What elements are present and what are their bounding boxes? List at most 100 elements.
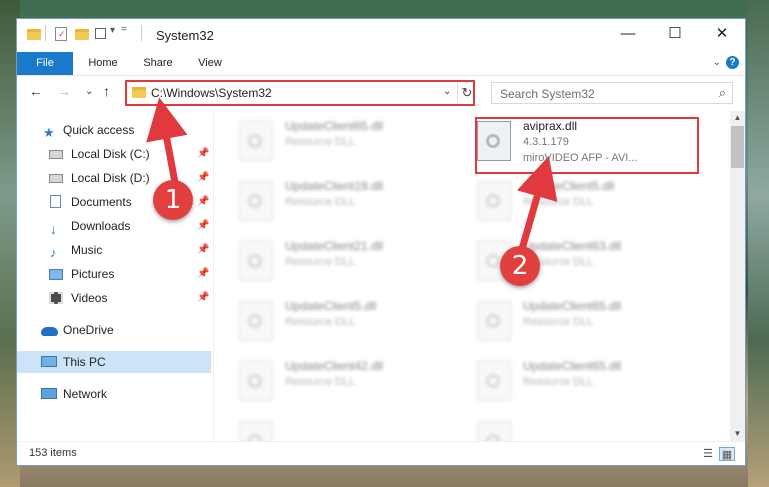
cloud-icon bbox=[41, 327, 58, 336]
tab-share[interactable]: Share bbox=[133, 52, 183, 75]
sidebar-item-label: Quick access bbox=[63, 123, 135, 137]
sidebar-item-label: This PC bbox=[63, 355, 106, 369]
file-name: UpdateClient5.dll bbox=[285, 299, 377, 313]
file-item[interactable]: UpdateClient65.dll Resource DLL bbox=[239, 119, 469, 175]
tiles-view-icon[interactable]: ▦ bbox=[719, 447, 735, 461]
file-item[interactable]: UpdateClient5.dll Resource DLL bbox=[239, 299, 469, 355]
sidebar-item-label: Pictures bbox=[71, 267, 115, 281]
qa-chevron-icon[interactable]: = bbox=[121, 24, 127, 40]
file-item[interactable]: UpdateClient65.dll Resource DLL bbox=[477, 359, 707, 415]
dll-file-icon bbox=[477, 181, 511, 221]
scroll-thumb[interactable] bbox=[731, 126, 744, 168]
dll-file-icon bbox=[239, 421, 273, 448]
minimize-button[interactable]: — bbox=[605, 19, 651, 49]
file-name: UpdateClient5.dll bbox=[523, 179, 615, 193]
sidebar-item-this-pc[interactable]: This PC bbox=[17, 351, 211, 373]
music-note-icon: ♪ bbox=[50, 245, 57, 260]
address-folder-icon bbox=[132, 87, 146, 98]
drive-icon bbox=[49, 174, 63, 183]
file-name: UpdateClient21.dll bbox=[285, 239, 384, 253]
scroll-down-icon[interactable]: ▼ bbox=[730, 427, 745, 441]
ribbon-expand-icon[interactable]: ⌄ bbox=[713, 57, 721, 68]
close-button[interactable]: ✕ bbox=[699, 19, 745, 49]
recent-locations-button[interactable]: ⌄ bbox=[85, 86, 93, 97]
sidebar-item-network[interactable]: Network bbox=[17, 383, 211, 405]
file-name: UpdateClient65.dll bbox=[523, 359, 622, 373]
file-item[interactable]: UpdateClient65.dll Resource DLL bbox=[477, 299, 707, 355]
search-placeholder: Search System32 bbox=[500, 87, 595, 101]
dll-file-icon bbox=[239, 241, 273, 281]
download-arrow-icon: ↓ bbox=[50, 221, 57, 237]
file-type: Resource DLL bbox=[523, 196, 594, 208]
properties-icon[interactable]: ✓ bbox=[55, 27, 67, 41]
qa-divider bbox=[45, 25, 46, 41]
file-item[interactable]: UpdateClient42.dll Resource DLL bbox=[239, 359, 469, 415]
sidebar-item-downloads[interactable]: ↓ Downloads 📌 bbox=[17, 215, 211, 237]
star-icon: ★ bbox=[43, 125, 55, 140]
help-icon[interactable]: ? bbox=[726, 56, 739, 69]
refresh-button[interactable]: ↻ bbox=[457, 83, 476, 103]
scroll-up-icon[interactable]: ▲ bbox=[730, 111, 745, 125]
window-title: System32 bbox=[156, 28, 214, 43]
pin-icon[interactable]: 📌 bbox=[197, 143, 209, 165]
tab-view[interactable]: View bbox=[187, 52, 233, 75]
dll-file-icon bbox=[477, 361, 511, 401]
file-item[interactable]: UpdateClient19.dll Resource DLL bbox=[239, 179, 469, 235]
sidebar-item-label: OneDrive bbox=[63, 323, 114, 337]
desktop-background-right bbox=[748, 0, 769, 487]
drive-icon bbox=[49, 150, 63, 159]
pin-icon[interactable]: 📌 bbox=[197, 239, 209, 261]
title-bar: ✓ ▾ = System32 — ☐ ✕ bbox=[17, 19, 745, 52]
file-type: Resource DLL bbox=[285, 376, 356, 388]
sidebar-item-music[interactable]: ♪ Music 📌 bbox=[17, 239, 211, 261]
search-icon[interactable]: ⌕ bbox=[719, 85, 726, 101]
maximize-button[interactable]: ☐ bbox=[652, 19, 698, 49]
documents-icon bbox=[50, 195, 61, 208]
file-item[interactable] bbox=[239, 419, 469, 448]
folder-icon bbox=[27, 29, 41, 40]
pin-icon[interactable]: 📌 bbox=[197, 287, 209, 309]
back-button[interactable]: ← bbox=[29, 83, 43, 99]
forward-button[interactable]: → bbox=[57, 83, 71, 99]
pin-icon[interactable]: 📌 bbox=[197, 167, 209, 189]
dll-file-icon bbox=[477, 301, 511, 341]
sidebar-item-quick-access[interactable]: ★ Quick access bbox=[17, 119, 211, 141]
sidebar-item-onedrive[interactable]: OneDrive bbox=[17, 319, 211, 341]
ribbon-tabs: File Home Share View ⌄ ? bbox=[17, 52, 745, 76]
file-item[interactable]: UpdateClient5.dll Resource DLL bbox=[477, 179, 707, 235]
file-item[interactable]: UpdateClient21.dll Resource DLL bbox=[239, 239, 469, 295]
up-button[interactable]: ↑ bbox=[103, 83, 110, 99]
vertical-scrollbar[interactable]: ▲ ▼ bbox=[730, 111, 745, 441]
dll-file-icon bbox=[239, 301, 273, 341]
tab-file[interactable]: File bbox=[17, 52, 73, 75]
sidebar-item-pictures[interactable]: Pictures 📌 bbox=[17, 263, 211, 285]
new-folder-icon[interactable] bbox=[75, 29, 89, 40]
address-bar[interactable]: C:\Windows\System32 ⌄ ↻ bbox=[125, 80, 475, 106]
file-name: UpdateClient63.dll bbox=[523, 239, 622, 253]
pin-icon[interactable]: 📌 bbox=[197, 215, 209, 237]
details-view-icon[interactable]: ☰ bbox=[701, 447, 715, 460]
file-type: Resource DLL bbox=[285, 136, 356, 148]
pin-icon[interactable]: 📌 bbox=[197, 191, 209, 213]
customize-qa-icon[interactable] bbox=[95, 28, 106, 39]
sidebar-item-label: Downloads bbox=[71, 219, 131, 233]
tab-home[interactable]: Home bbox=[79, 52, 127, 75]
file-name: UpdateClient65.dll bbox=[523, 299, 622, 313]
sidebar-item-label: Local Disk (D:) bbox=[71, 171, 150, 185]
videos-icon bbox=[49, 292, 63, 304]
status-bar: 153 items ☰ ▦ bbox=[17, 441, 745, 465]
qa-dropdown-icon[interactable]: ▾ bbox=[110, 25, 115, 41]
sidebar-item-local-disk-c[interactable]: Local Disk (C:) 📌 bbox=[17, 143, 211, 165]
highlight-box-aviprax bbox=[475, 117, 699, 174]
file-name: UpdateClient19.dll bbox=[285, 179, 384, 193]
pin-icon[interactable]: 📌 bbox=[197, 263, 209, 285]
sidebar-item-label: Music bbox=[71, 243, 103, 257]
file-explorer-window: ✓ ▾ = System32 — ☐ ✕ File Home Share Vie… bbox=[16, 18, 746, 466]
sidebar-item-label: Network bbox=[63, 387, 108, 401]
address-dropdown-icon[interactable]: ⌄ bbox=[443, 86, 451, 97]
address-path[interactable]: C:\Windows\System32 bbox=[151, 86, 272, 100]
search-box[interactable]: Search System32 ⌕ bbox=[491, 82, 733, 104]
file-item[interactable] bbox=[477, 419, 707, 448]
title-divider bbox=[141, 25, 142, 41]
sidebar-item-videos[interactable]: Videos 📌 bbox=[17, 287, 211, 309]
